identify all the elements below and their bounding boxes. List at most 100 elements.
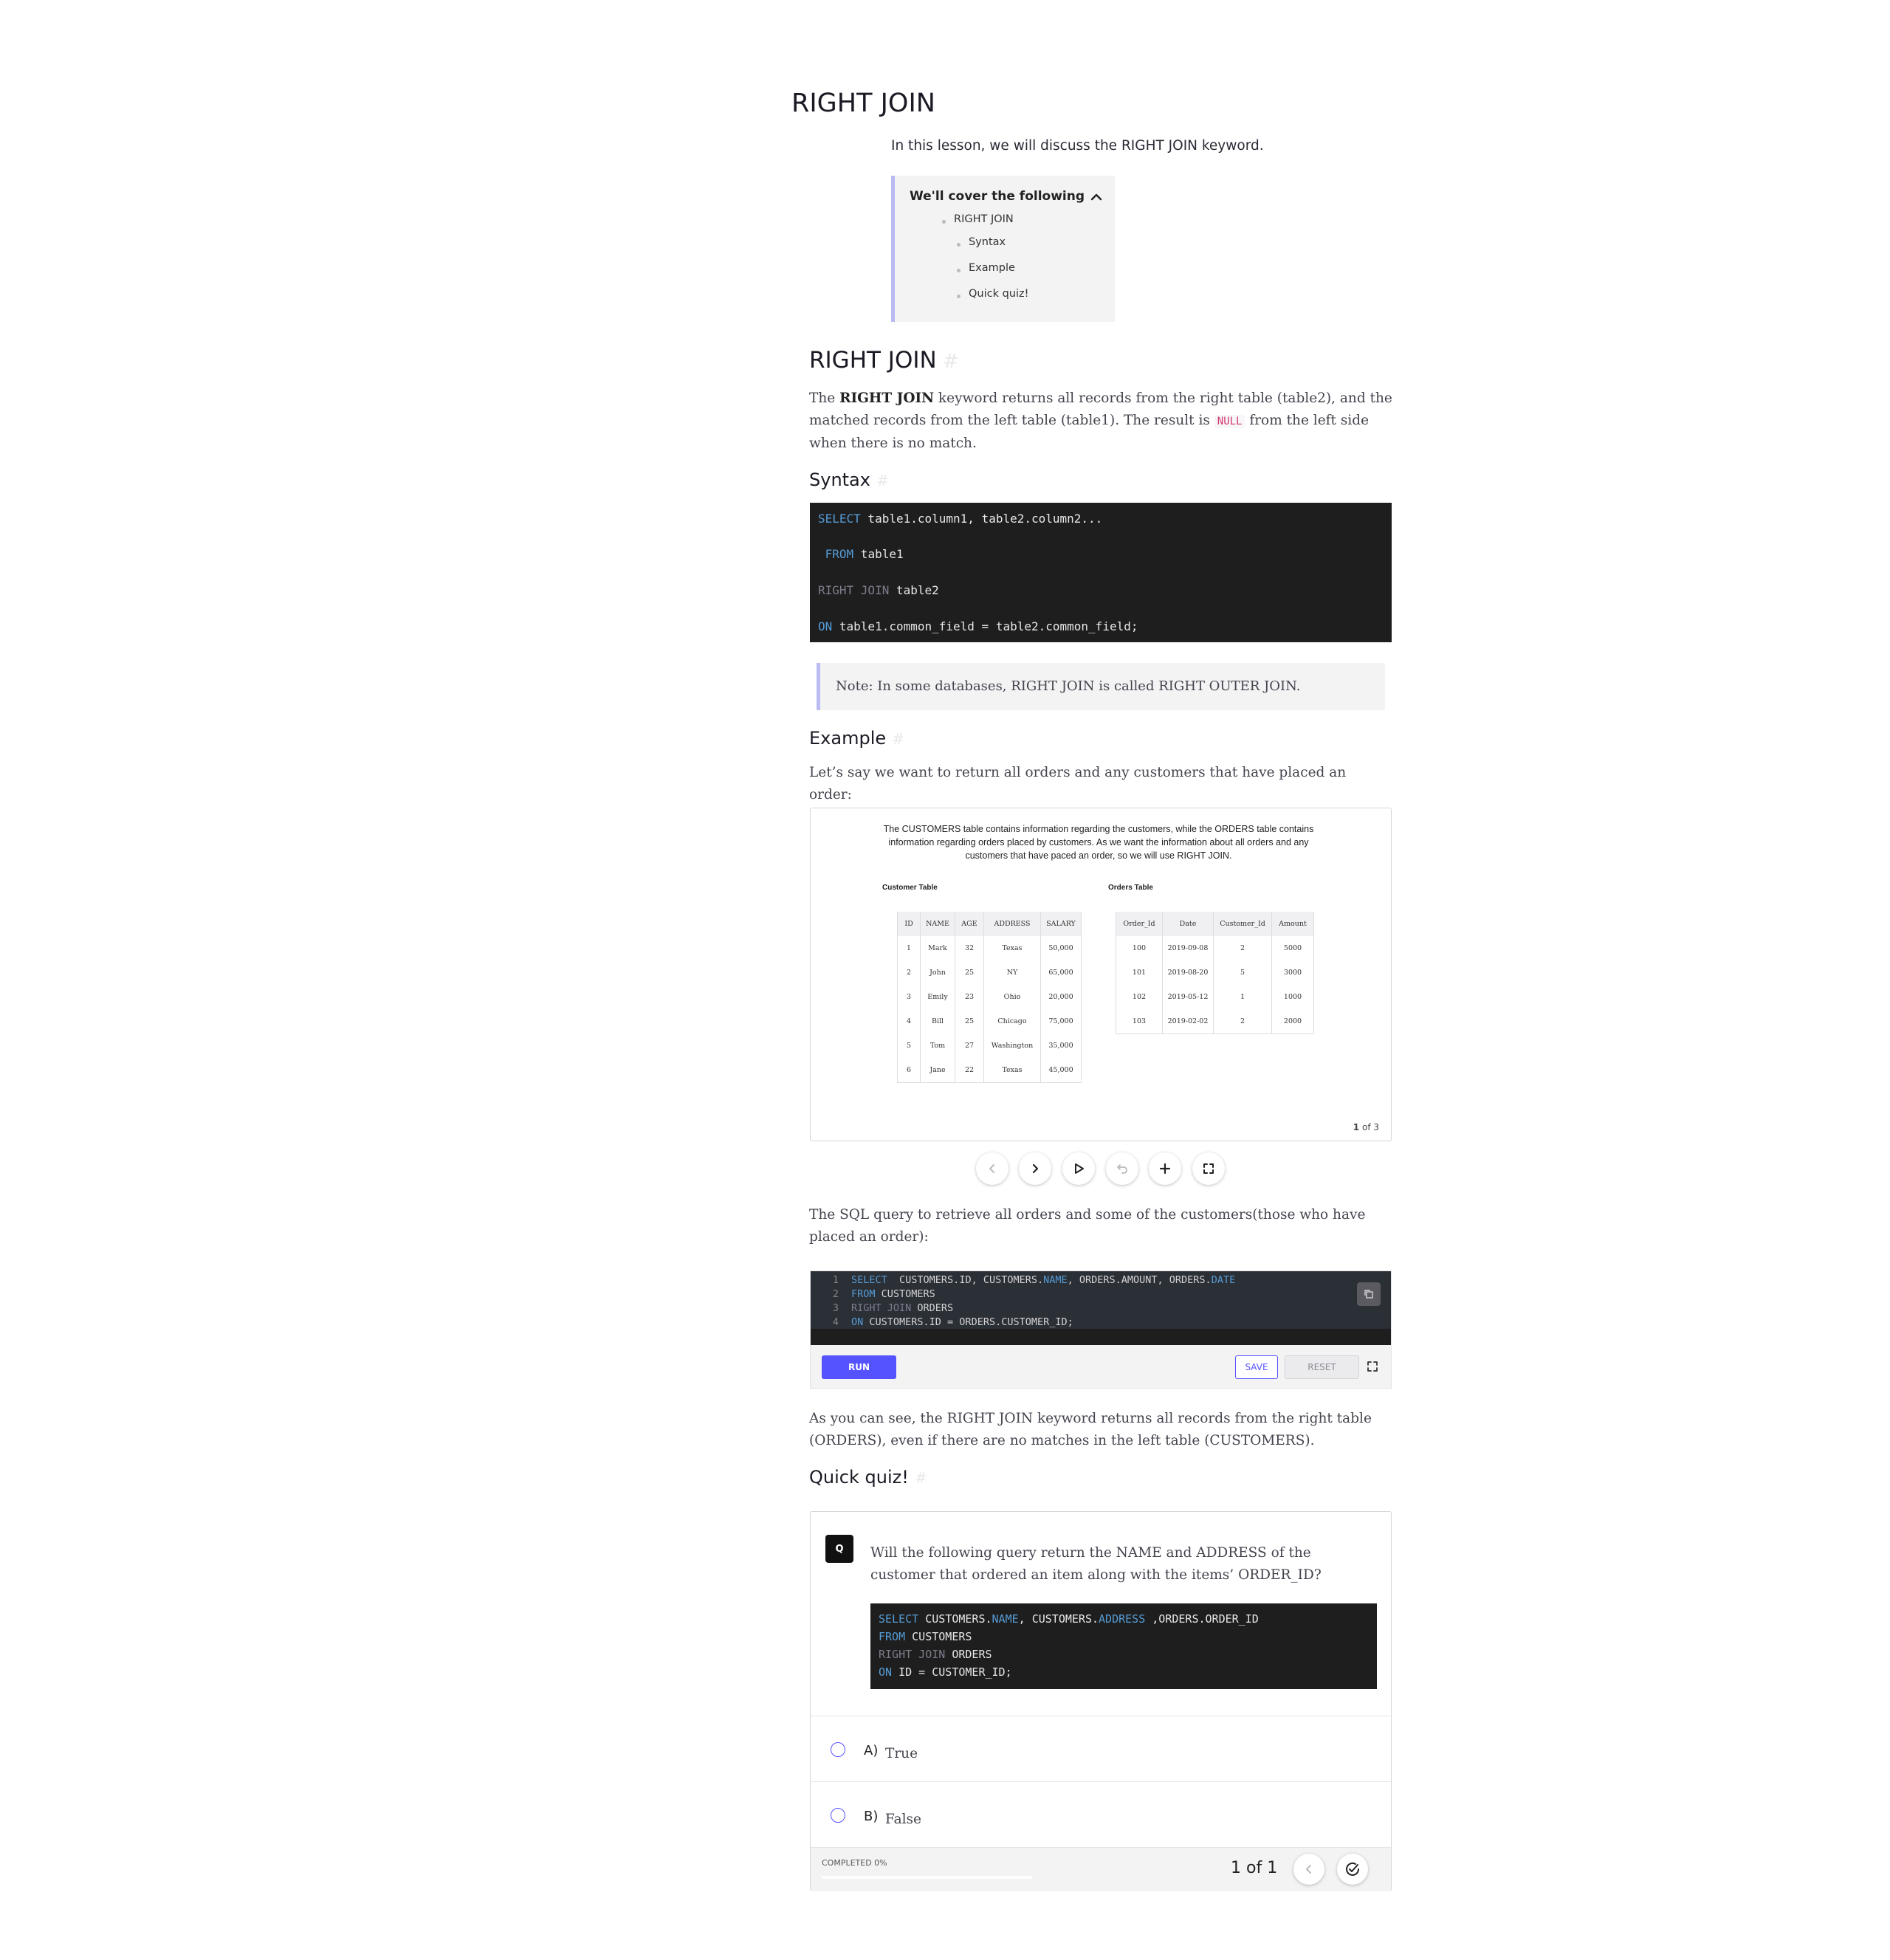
code-token: ORDERS [911, 1302, 954, 1314]
code-token: SELECT [879, 1612, 919, 1626]
anchor-link[interactable]: # [915, 1469, 927, 1487]
code-token: NAME [992, 1612, 1019, 1626]
table-header-cell: Amount [1271, 912, 1314, 936]
table-cell: NY [983, 960, 1041, 985]
quiz-option-a[interactable]: A) True [811, 1716, 1391, 1781]
table-header-cell: SALARY [1040, 912, 1082, 936]
table-cell: 65,000 [1040, 960, 1082, 985]
quiz-question: Will the following query return the NAME… [870, 1545, 1322, 1583]
toc-item-right-join[interactable]: RIGHT JOIN [954, 213, 1014, 225]
radio-button[interactable] [831, 1808, 845, 1823]
undo-button[interactable] [1106, 1152, 1138, 1185]
table-cell: 75,000 [1040, 1009, 1082, 1034]
slide-page-current: 1 [1353, 1122, 1360, 1132]
save-button[interactable]: SAVE [1235, 1355, 1278, 1379]
play-button[interactable] [1062, 1152, 1095, 1185]
fullscreen-icon [1203, 1163, 1214, 1174]
toc-item-quiz[interactable]: Quick quiz! [969, 288, 1028, 300]
quiz-submit-button[interactable] [1337, 1854, 1368, 1885]
section-heading-example: Example # [809, 728, 904, 749]
code-line: FROM table1 [818, 547, 904, 561]
table-cell: 50,000 [1040, 936, 1082, 960]
orders-table: Order_Id Date Customer_Id Amount 100 2019-09… [1116, 912, 1314, 1034]
anchor-link[interactable]: # [943, 351, 959, 373]
code-editor-body[interactable]: 1 SELECT CUSTOMERS.ID, CUSTOMERS.NAME, OR… [811, 1271, 1391, 1345]
table-cell: 32 [955, 936, 984, 960]
toc-item-syntax[interactable]: Syntax [969, 236, 1006, 248]
toc-item-example[interactable]: Example [969, 262, 1015, 274]
line-number: 2 [832, 1288, 839, 1300]
slide-pager: 1 of 3 [1353, 1122, 1379, 1132]
chevron-left-icon [1306, 1865, 1311, 1874]
code-token: CUSTOMERS [905, 1630, 972, 1643]
quiz-prev-button[interactable] [1293, 1854, 1324, 1885]
chevron-up-icon[interactable] [1088, 189, 1104, 205]
code-line: SELECT CUSTOMERS.NAME, CUSTOMERS.ADDRESS… [879, 1612, 1259, 1626]
radio-button[interactable] [831, 1742, 845, 1757]
quiz-option-b[interactable]: B) False [811, 1781, 1391, 1847]
code-line: SELECT table1.column1, table2.column2... [818, 512, 1102, 526]
table-cell: Washington [983, 1034, 1041, 1058]
code-token: CUSTOMERS. [918, 1612, 992, 1626]
next-slide-button[interactable] [1019, 1152, 1051, 1185]
anchor-link[interactable]: # [892, 730, 904, 748]
plus-icon [1159, 1163, 1171, 1175]
table-cell: Texas [983, 1058, 1041, 1083]
code-token: FROM [879, 1630, 906, 1643]
table-cell: 23 [955, 985, 984, 1009]
table-cell: 2019-09-08 [1162, 936, 1214, 960]
section-heading-right-join: RIGHT JOIN # [809, 347, 959, 374]
table-cell: 5 [1213, 960, 1272, 985]
prev-slide-button[interactable] [976, 1152, 1008, 1185]
expand-editor-button[interactable] [1366, 1360, 1379, 1373]
text-fragment: The [809, 391, 840, 406]
quiz-pager: 1 of 1 [1231, 1859, 1278, 1877]
quiz-code-block: SELECT CUSTOMERS.NAME, CUSTOMERS.ADDRESS… [870, 1603, 1377, 1689]
code-keyword: SELECT [818, 512, 861, 526]
expand-icon [1367, 1361, 1378, 1372]
table-cell: 22 [955, 1058, 984, 1083]
table-cell: Jane [920, 1058, 955, 1083]
fullscreen-button[interactable] [1192, 1152, 1225, 1185]
table-cell: 20,000 [1040, 985, 1082, 1009]
code-text: table1 [853, 547, 904, 561]
reset-button[interactable]: RESET [1285, 1355, 1359, 1379]
table-header-cell: ADDRESS [983, 912, 1041, 936]
add-button[interactable] [1149, 1152, 1181, 1185]
editor-toolbar: RUN SAVE RESET [811, 1345, 1391, 1388]
table-header-cell: ID [897, 912, 921, 936]
toc-bullet-icon [957, 269, 961, 272]
table-cell: 2019-08-20 [1162, 960, 1214, 985]
table-cell: 103 [1116, 1009, 1163, 1034]
line-number: 3 [832, 1302, 839, 1314]
table-cell: Texas [983, 936, 1041, 960]
table-cell: 4 [897, 1009, 921, 1034]
table-cell: John [920, 960, 955, 985]
line-number: 4 [832, 1316, 839, 1328]
table-cell: 35,000 [1040, 1034, 1082, 1058]
code-token: ON [851, 1316, 864, 1328]
toc-bullet-icon [942, 220, 946, 224]
chevron-left-icon [989, 1164, 994, 1173]
code-token: ADDRESS [1099, 1612, 1146, 1626]
table-header-cell: Order_Id [1116, 912, 1163, 936]
copy-button[interactable] [1357, 1282, 1381, 1306]
table-cell: 2 [1213, 936, 1272, 960]
table-cell: Tom [920, 1034, 955, 1058]
page-title: RIGHT JOIN [791, 89, 935, 118]
code-line: RIGHT JOIN ORDERS [879, 1648, 992, 1661]
table-cell: 2019-02-02 [1162, 1009, 1214, 1034]
code-line: FROM CUSTOMERS [851, 1288, 935, 1300]
completed-label: COMPLETED 0% [822, 1858, 887, 1868]
table-header-cell: Customer_Id [1213, 912, 1272, 936]
table-cell: 3000 [1271, 960, 1314, 985]
anchor-link[interactable]: # [876, 472, 889, 489]
code-keyword: ON [818, 619, 833, 633]
code-token: FROM [851, 1288, 876, 1300]
table-cell: 25 [955, 960, 984, 985]
toc-bullet-icon [957, 243, 961, 247]
table-cell: Mark [920, 936, 955, 960]
code-token: , CUSTOMERS. [1018, 1612, 1099, 1626]
run-button[interactable]: RUN [822, 1355, 896, 1379]
table-header-cell: NAME [920, 912, 955, 936]
